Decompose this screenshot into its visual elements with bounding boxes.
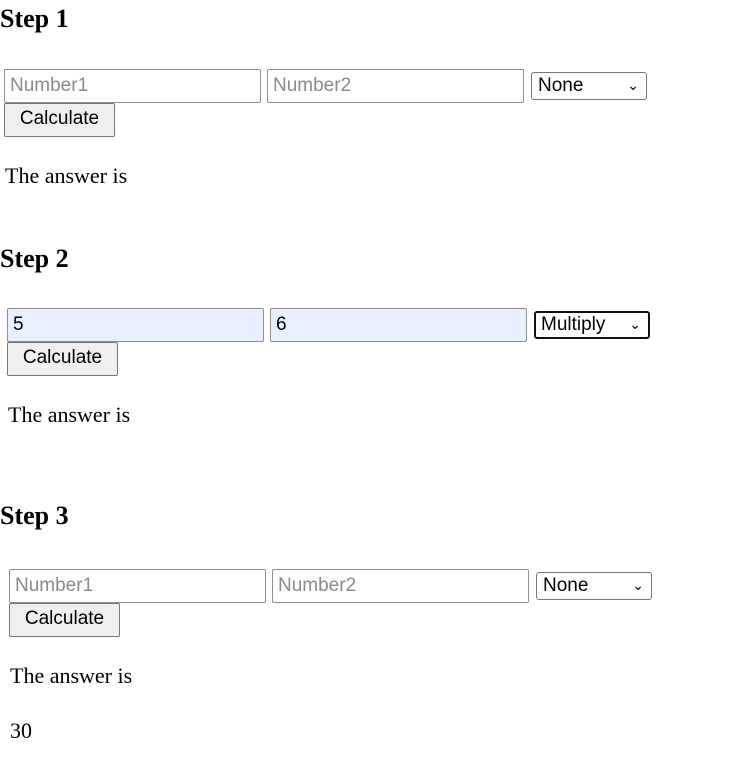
chevron-down-icon: ⌄: [629, 316, 641, 332]
operation-value: None: [543, 575, 589, 596]
operation-value: Multiply: [541, 314, 606, 335]
operation-select[interactable]: Multiply ⌄: [534, 311, 650, 339]
calculate-button[interactable]: Calculate: [7, 342, 118, 376]
answer-label: The answer is: [5, 163, 128, 188]
answer-label: The answer is: [8, 402, 131, 427]
number1-input[interactable]: Number1: [9, 569, 266, 603]
number2-input[interactable]: 6: [270, 308, 527, 342]
chevron-down-icon: ⌄: [632, 577, 644, 593]
step-3-heading: Step 3: [0, 501, 69, 530]
calculate-button[interactable]: Calculate: [4, 103, 115, 137]
answer-label: The answer is: [10, 663, 133, 688]
calculate-button[interactable]: Calculate: [9, 603, 120, 637]
step-2-heading: Step 2: [0, 244, 69, 273]
number2-input[interactable]: Number2: [267, 69, 524, 103]
operation-value: None: [538, 75, 584, 96]
operation-select[interactable]: None ⌄: [536, 572, 652, 600]
step-1-heading: Step 1: [0, 4, 69, 33]
answer-value: 30: [10, 718, 32, 743]
operation-select[interactable]: None ⌄: [531, 72, 647, 100]
number2-input[interactable]: Number2: [272, 569, 529, 603]
number1-input[interactable]: Number1: [4, 69, 261, 103]
chevron-down-icon: ⌄: [627, 77, 639, 93]
number1-input[interactable]: 5: [7, 308, 264, 342]
